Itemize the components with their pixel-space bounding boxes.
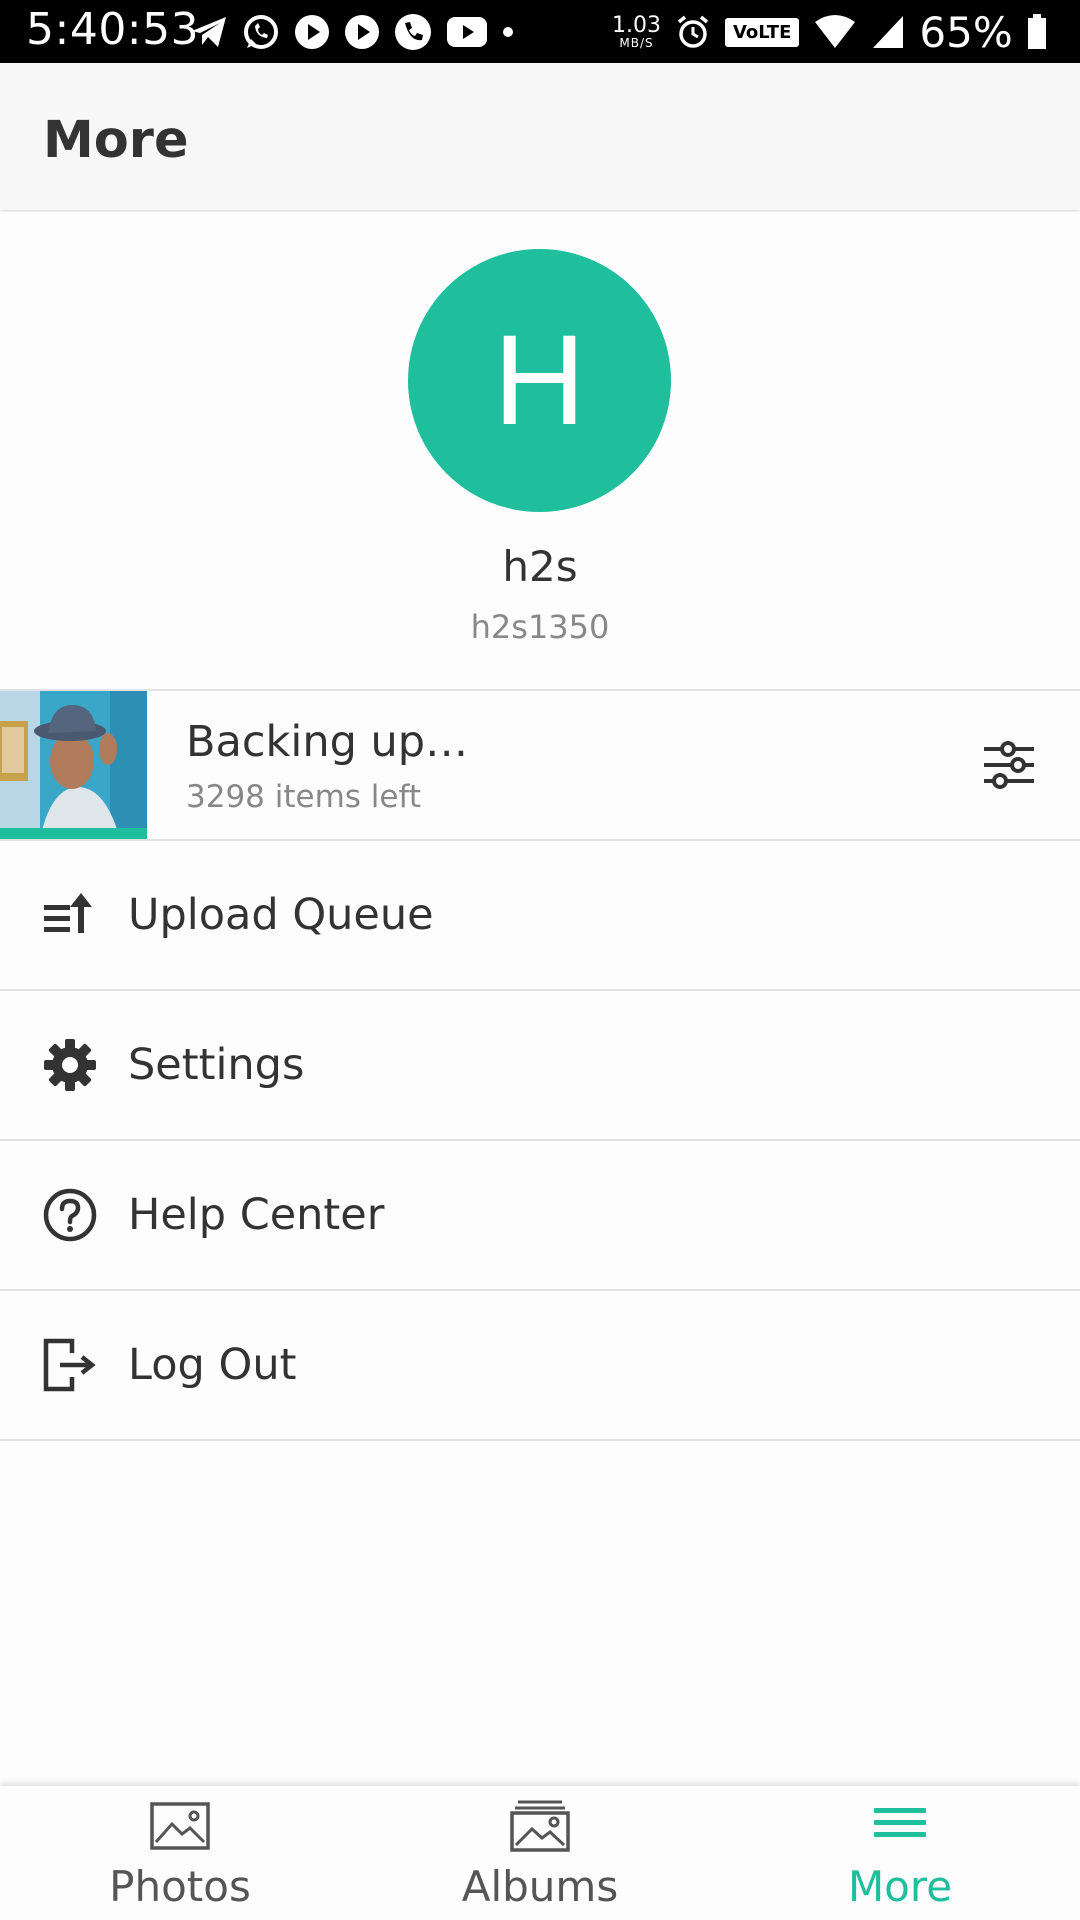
avatar-letter: H — [493, 309, 586, 452]
menu-item-label: Log Out — [128, 1340, 297, 1390]
youtube-play-icon — [294, 14, 330, 50]
avatar[interactable]: H — [408, 249, 671, 512]
menu-item-label: Help Center — [128, 1190, 385, 1240]
battery-icon — [1027, 14, 1047, 50]
youtube-icon — [446, 16, 488, 48]
youtube-play-icon — [344, 14, 380, 50]
wifi-icon — [813, 14, 857, 50]
tab-more[interactable]: More — [720, 1786, 1080, 1920]
profile-name: h2s — [502, 542, 578, 591]
menu-item-help-center[interactable]: Help Center — [0, 1141, 1080, 1289]
app-bar: More — [0, 63, 1080, 210]
battery-percent: 65% — [919, 7, 1013, 57]
tab-label: Albums — [461, 1862, 619, 1911]
tab-label: More — [847, 1862, 953, 1911]
system-icons: 1.03 MB/S VoLTE 65% — [612, 7, 1047, 57]
menu-item-settings[interactable]: Settings — [0, 991, 1080, 1139]
upload-queue-icon — [42, 887, 98, 943]
status-bar: 5:40:53 1.03 MB/S VoLTE 65% — [0, 0, 1080, 63]
menu-item-log-out[interactable]: Log Out — [0, 1291, 1080, 1439]
dot-icon — [502, 26, 514, 38]
net-speed: 1.03 MB/S — [612, 13, 661, 50]
backup-status-row[interactable]: Backing up… 3298 items left — [0, 691, 1080, 839]
menu-item-label: Upload Queue — [128, 890, 434, 940]
profile-section: H h2s h2s1350 — [0, 212, 1080, 689]
net-speed-value: 1.03 — [612, 13, 661, 38]
signal-icon — [871, 14, 905, 50]
backup-thumbnail — [0, 691, 147, 839]
profile-username: h2s1350 — [470, 608, 610, 646]
albums-icon — [510, 1800, 570, 1852]
phone-icon — [394, 13, 432, 51]
backup-subtitle: 3298 items left — [186, 779, 421, 815]
bottom-navigation: Photos Albums More — [0, 1786, 1080, 1920]
telegram-icon — [190, 15, 228, 49]
page-title: More — [43, 111, 189, 170]
notification-icons — [190, 12, 514, 52]
menu-icon — [870, 1800, 930, 1852]
sliders-icon[interactable] — [980, 739, 1038, 791]
logout-icon — [42, 1337, 98, 1393]
tab-albums[interactable]: Albums — [360, 1786, 720, 1920]
menu-item-label: Settings — [128, 1040, 305, 1090]
whatsapp-icon — [242, 13, 280, 51]
status-time: 5:40:53 — [26, 4, 200, 55]
photo-icon — [150, 1800, 210, 1852]
alarm-icon — [675, 14, 711, 50]
divider — [0, 1439, 1080, 1441]
backup-title: Backing up… — [186, 717, 469, 767]
net-speed-unit: MB/S — [619, 36, 654, 50]
help-icon — [42, 1187, 98, 1243]
tab-photos[interactable]: Photos — [0, 1786, 360, 1920]
menu-item-upload-queue[interactable]: Upload Queue — [0, 841, 1080, 989]
backup-progress-bar — [0, 828, 147, 839]
tab-label: Photos — [109, 1862, 251, 1911]
volte-badge: VoLTE — [724, 17, 800, 47]
gear-icon — [42, 1037, 98, 1093]
